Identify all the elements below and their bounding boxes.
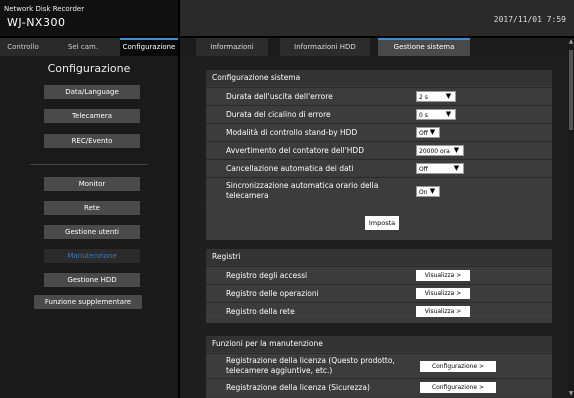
scroll-down-icon[interactable]: ▼ <box>568 390 574 398</box>
row-license-security: Registrazione della licenza (Sicurezza) … <box>206 378 552 395</box>
select-hdd-counter[interactable]: 20000 ora ▼ <box>416 145 464 156</box>
select-auto-delete[interactable]: Off ▼ <box>416 163 464 174</box>
label-license-product: Registrazione della licenza (Questo prod… <box>226 356 395 375</box>
row-time-sync: Sincronizzazione automatica orario della… <box>206 177 552 205</box>
menu-rete[interactable]: Rete <box>44 201 140 215</box>
label-buzzer: Durata del cicalino di errore <box>226 110 331 119</box>
select-value: 0 s <box>419 112 428 119</box>
select-buzzer[interactable]: 0 s ▼ <box>416 109 456 120</box>
license-product-config-button[interactable]: Configurazione > <box>420 361 496 372</box>
row-hdd-standby: Modalità di controllo stand-by HDD Off ▼ <box>206 123 552 140</box>
label-access-log: Registro degli accessi <box>226 271 308 280</box>
menu-gestione-utenti[interactable]: Gestione utenti <box>44 225 140 239</box>
menu-manutenzione[interactable]: Manutenzione <box>44 249 140 263</box>
tab-configurazione[interactable]: Configurazione <box>120 38 178 56</box>
menu-divider <box>30 164 148 165</box>
row-operation-log: Registro delle operazioni Visualizza > <box>206 284 552 301</box>
model-name: WJ-NX300 <box>7 16 66 29</box>
content-pane: Configurazione sistema Durata dell'uscit… <box>180 56 568 398</box>
select-time-sync[interactable]: On ▼ <box>416 186 440 197</box>
label-network-log: Registro della rete <box>226 307 295 316</box>
config-section: Configurazione sistema Durata dell'uscit… <box>206 70 552 240</box>
select-value: Off <box>419 166 428 173</box>
chevron-down-icon: ▼ <box>453 146 460 154</box>
menu-data-language[interactable]: Data/Language <box>44 85 140 99</box>
logs-section-title: Registri <box>206 249 552 265</box>
row-buzzer: Durata del cicalino di errore 0 s ▼ <box>206 105 552 122</box>
label-operation-log: Registro delle operazioni <box>226 289 319 298</box>
logs-section: Registri Registro degli accessi Visualiz… <box>206 249 552 323</box>
chevron-down-icon: ▼ <box>453 164 460 172</box>
row-network-log: Registro della rete Visualizza > <box>206 302 552 319</box>
select-value: 20000 ora <box>419 148 450 155</box>
label-hdd-standby: Modalità di controllo stand-by HDD <box>226 128 358 137</box>
menu-telecamera[interactable]: Telecamera <box>44 109 140 123</box>
view-access-log-button[interactable]: Visualizza > <box>416 270 470 281</box>
menu-rec-evento[interactable]: REC/Evento <box>44 134 140 148</box>
apply-button[interactable]: Imposta <box>365 216 399 230</box>
chevron-down-icon: ▼ <box>429 128 436 136</box>
tab-controllo[interactable]: Controllo <box>0 38 46 56</box>
clock: 2017/11/01 7:59 <box>493 15 566 24</box>
scrollbar-thumb[interactable] <box>569 50 573 130</box>
header-bar: 2017/11/01 7:59 <box>180 0 574 36</box>
label-auto-delete: Cancellazione automatica dei dati <box>226 164 354 173</box>
label-time-sync: Sincronizzazione automatica orario della… <box>226 181 379 200</box>
select-value: 2 s <box>419 94 428 101</box>
config-menu-title: Configurazione <box>47 62 131 75</box>
row-auto-delete: Cancellazione automatica dei dati Off ▼ <box>206 159 552 176</box>
chevron-down-icon: ▼ <box>445 92 452 100</box>
label-hdd-counter: Avvertimento del contatore dell'HDD <box>226 146 364 155</box>
chevron-down-icon: ▼ <box>445 110 452 118</box>
view-network-log-button[interactable]: Visualizza > <box>416 306 470 317</box>
config-section-title: Configurazione sistema <box>206 70 552 86</box>
chevron-down-icon: ▼ <box>429 187 436 195</box>
menu-monitor[interactable]: Monitor <box>44 177 140 191</box>
config-menu: Configurazione Data/Language Telecamera … <box>0 56 178 398</box>
row-hdd-counter: Avvertimento del contatore dell'HDD 2000… <box>206 141 552 158</box>
product-line: Network Disk Recorder <box>4 5 85 13</box>
tab-gestione-sistema[interactable]: Gestione sistema <box>378 38 470 56</box>
maintenance-tabs: Informazioni sistema Informazioni HDD Ge… <box>180 38 574 69</box>
tab-informazioni-hdd[interactable]: Informazioni HDD <box>280 38 370 56</box>
header-brand: Network Disk Recorder WJ-NX300 <box>0 0 178 36</box>
license-security-config-button[interactable]: Configurazione > <box>420 382 496 393</box>
scroll-up-icon[interactable]: ▲ <box>568 38 574 46</box>
tab-sel-cam[interactable]: Sel cam. <box>58 38 108 56</box>
maintenance-section: Funzioni per la manutenzione Registrazio… <box>206 336 552 398</box>
row-license-product: Registrazione della licenza (Questo prod… <box>206 353 552 377</box>
tab-informazioni-sistema[interactable]: Informazioni sistema <box>196 38 268 69</box>
main-tabs: Controllo Sel cam. Configurazione <box>0 38 178 56</box>
content-scrollbar[interactable]: ▲ ▼ <box>568 38 574 398</box>
view-operation-log-button[interactable]: Visualizza > <box>416 288 470 299</box>
maintenance-section-title: Funzioni per la manutenzione <box>206 336 552 352</box>
label-error-output: Durata dell'uscita dell'errore <box>226 92 333 101</box>
select-hdd-standby[interactable]: Off ▼ <box>416 127 440 138</box>
menu-gestione-hdd[interactable]: Gestione HDD <box>44 273 140 287</box>
select-error-output[interactable]: 2 s ▼ <box>416 91 456 102</box>
row-error-output: Durata dell'uscita dell'errore 2 s ▼ <box>206 87 552 104</box>
menu-funzione-supplementare[interactable]: Funzione supplementare <box>34 295 142 309</box>
row-access-log: Registro degli accessi Visualizza > <box>206 266 552 283</box>
label-license-security: Registrazione della licenza (Sicurezza) <box>226 383 370 392</box>
